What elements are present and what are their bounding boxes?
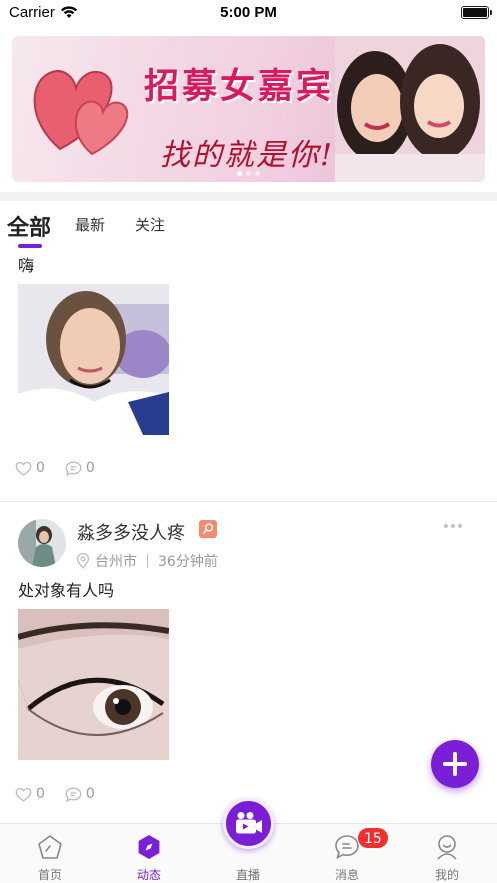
hearts-decoration <box>33 70 129 156</box>
like-icon[interactable] <box>15 461 32 476</box>
tabbar-label: 首页 <box>37 868 62 882</box>
more-options-icon[interactable] <box>444 524 462 528</box>
tab-all[interactable]: 全部 <box>7 210 51 242</box>
like-icon[interactable] <box>15 787 32 802</box>
home-icon <box>38 835 62 859</box>
message-count-badge: 15 <box>357 827 389 849</box>
post-text: 处对象有人吗 <box>18 581 115 600</box>
comment-count: 0 <box>85 460 95 476</box>
promo-banner[interactable]: 招募女嘉宾 找的就是你! <box>12 36 485 182</box>
tab-latest[interactable]: 最新 <box>75 214 105 235</box>
location-pin-icon <box>76 553 90 569</box>
comment-icon[interactable] <box>65 787 82 802</box>
like-count: 0 <box>36 786 45 802</box>
post-divider <box>0 501 497 502</box>
banner-subtitle: 找的就是你! <box>160 138 335 173</box>
post-actions: 0 0 <box>15 458 115 478</box>
tabbar-label: 我的 <box>434 868 459 882</box>
live-stream-button[interactable] <box>223 798 274 849</box>
tabbar-label: 直播 <box>235 868 260 882</box>
clock: 5:00 PM <box>220 4 277 21</box>
banner-pager <box>12 171 485 176</box>
post-text: 嗨 <box>18 256 35 275</box>
vip-badge-icon <box>199 520 217 538</box>
post-time: 36分钟前 <box>158 554 218 570</box>
add-post-button[interactable] <box>431 740 479 788</box>
tabbar-label: 消息 <box>334 868 359 882</box>
tabbar-item-home[interactable]: 首页 <box>0 824 100 883</box>
battery-icon <box>461 6 492 19</box>
username[interactable]: 淼多多没人疼 <box>77 519 185 545</box>
tabbar-label: 动态 <box>136 868 161 882</box>
post-photo[interactable] <box>18 284 169 435</box>
tab-following[interactable]: 关注 <box>135 214 165 235</box>
post-actions: 0 0 <box>15 784 115 804</box>
like-count: 0 <box>36 460 45 476</box>
compass-icon <box>138 835 160 859</box>
video-camera-icon <box>236 812 262 834</box>
post-location: 台州市 <box>95 554 137 570</box>
comment-count: 0 <box>85 786 95 802</box>
post-meta: 台州市 36分钟前 <box>76 551 218 571</box>
section-divider <box>0 192 497 201</box>
feed-tabs: 全部 最新 关注 <box>0 204 497 250</box>
tab-indicator <box>18 244 42 248</box>
plus-icon <box>443 752 467 776</box>
banner-title: 招募女嘉宾 <box>144 67 335 107</box>
tabbar-item-me[interactable]: 我的 <box>397 824 497 883</box>
comment-icon[interactable] <box>65 461 82 476</box>
tabbar-item-feed[interactable]: 动态 <box>99 824 199 883</box>
post-photo[interactable] <box>18 609 169 760</box>
profile-icon <box>437 835 457 860</box>
banner-photo <box>335 36 485 182</box>
status-bar: Carrier 5:00 PM <box>0 0 497 26</box>
avatar[interactable] <box>18 519 66 567</box>
